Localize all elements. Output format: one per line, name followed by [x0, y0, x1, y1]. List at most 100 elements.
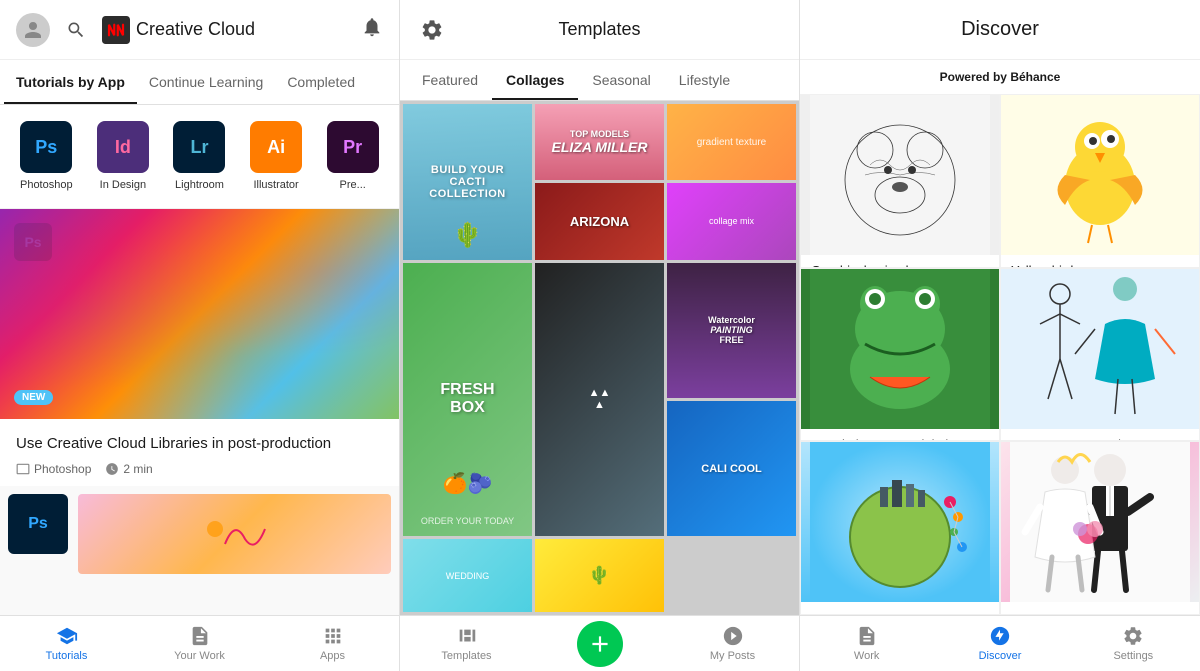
tutorial-image: Ps NEW	[0, 209, 399, 419]
discover-item-5[interactable]: —	[1000, 441, 1200, 615]
tutorial-card-2[interactable]: Ps	[0, 486, 399, 615]
nav-settings-label: Settings	[1113, 650, 1153, 662]
template-cell-9[interactable]: ▲▲▲	[535, 263, 664, 537]
discover-img-4	[801, 442, 999, 602]
tutorial-meta: Photoshop 2 min	[16, 462, 383, 476]
bell-icon[interactable]	[361, 16, 383, 43]
tab-completed[interactable]: Completed	[275, 60, 367, 104]
tab-collages[interactable]: Collages	[492, 60, 578, 100]
id-icon: Id	[97, 121, 149, 173]
discover-item-4[interactable]: —	[800, 441, 1000, 615]
templates-grid: BUILD YOURCACTICOLLECTION 🌵 TOP MODELSEL…	[400, 101, 799, 615]
ai-label: Illustrator	[253, 179, 298, 192]
gear-icon[interactable]	[416, 14, 448, 46]
nav-work-label: Work	[854, 650, 879, 662]
your-work-icon	[189, 625, 211, 647]
template-cell-6[interactable]: collage mix	[667, 183, 796, 259]
discover-item-1[interactable]: Yellow bird Valentina Arambasic 47	[1000, 94, 1200, 268]
left-bottom-nav: Tutorials Your Work Apps	[0, 615, 399, 671]
nav-discover-label: Discover	[979, 650, 1022, 662]
mid-header: Templates	[400, 0, 799, 60]
discover-title-5: —	[1011, 610, 1189, 615]
app-item-indesign[interactable]: Id In Design	[89, 121, 158, 192]
tutorial-2-preview	[78, 494, 391, 574]
tutorials-icon	[56, 625, 78, 647]
tab-lifestyle[interactable]: Lifestyle	[665, 60, 744, 100]
tutorial-app-meta: Photoshop	[16, 462, 91, 476]
right-panel: Discover Powered by Béhance	[800, 0, 1200, 671]
nav-tutorials[interactable]: Tutorials	[0, 616, 133, 671]
tab-featured[interactable]: Featured	[408, 60, 492, 100]
template-cell-1[interactable]: BUILD YOURCACTICOLLECTION 🌵	[403, 104, 532, 260]
discover-caption-4: —	[801, 602, 999, 615]
discover-img-3	[1001, 269, 1199, 429]
nav-work[interactable]: Work	[800, 616, 933, 671]
behance-brand: Béhance	[1010, 70, 1060, 84]
templates-title: Templates	[558, 19, 640, 40]
mid-tabs: Featured Collages Seasonal Lifestyle	[400, 60, 799, 101]
left-tabs: Tutorials by App Continue Learning Compl…	[0, 60, 399, 105]
ai-icon: Ai	[250, 121, 302, 173]
ps-icon: Ps	[20, 121, 72, 173]
discover-grid: Graphical animals Katalin Macevics 55	[800, 94, 1200, 615]
nav-discover[interactable]: Discover	[933, 616, 1066, 671]
mid-panel: Templates Featured Collages Seasonal Lif…	[400, 0, 800, 671]
app-icons-row: Ps Photoshop Id In Design Lr Lightroom A…	[0, 105, 399, 209]
apps-icon	[322, 625, 344, 647]
app-item-photoshop[interactable]: Ps Photoshop	[12, 121, 81, 192]
tutorial-time-meta: 2 min	[105, 462, 152, 476]
right-header: Discover	[800, 0, 1200, 60]
discover-caption-0: Graphical animals Katalin Macevics 55	[801, 255, 999, 268]
nav-your-work[interactable]: Your Work	[133, 616, 266, 671]
tutorial-title: Use Creative Cloud Libraries in post-pro…	[16, 433, 383, 454]
discover-item-2[interactable]: Kermit the Frog - Digital Illust... Jeff…	[800, 268, 1000, 442]
right-bottom-nav: Work Discover Settings	[800, 615, 1200, 671]
nav-my-posts[interactable]: My Posts	[666, 625, 799, 662]
discover-item-3[interactable]: ADOBE SKETCH / FASHION I... Moon H 200	[1000, 268, 1200, 442]
nav-apps[interactable]: Apps	[266, 616, 399, 671]
tutorial-2-icon: Ps	[8, 494, 68, 554]
app-title: Creative Cloud	[136, 19, 255, 40]
avatar[interactable]	[16, 13, 50, 47]
tab-tutorials-by-app[interactable]: Tutorials by App	[4, 60, 137, 104]
discover-item-0[interactable]: Graphical animals Katalin Macevics 55	[800, 94, 1000, 268]
discover-img-0	[801, 95, 999, 255]
tab-seasonal[interactable]: Seasonal	[578, 60, 664, 100]
powered-by: Powered by Béhance	[800, 60, 1200, 94]
nav-settings[interactable]: Settings	[1067, 616, 1200, 671]
discover-caption-1: Yellow bird Valentina Arambasic 47	[1001, 255, 1199, 268]
add-button-container	[533, 621, 666, 667]
discover-title: Discover	[961, 18, 1039, 41]
template-cell-5[interactable]: ARIZONA	[535, 183, 664, 259]
template-cell-12[interactable]: 🌵	[535, 539, 664, 612]
search-icon[interactable]	[62, 16, 90, 44]
pr-icon: Pr	[327, 121, 379, 173]
nav-my-posts-label: My Posts	[710, 650, 755, 662]
discover-caption-5: —	[1001, 602, 1199, 615]
app-item-premiere[interactable]: Pr Pre...	[318, 121, 387, 192]
nav-apps-label: Apps	[320, 650, 345, 662]
app-item-lightroom[interactable]: Lr Lightroom	[165, 121, 234, 192]
discover-img-2	[801, 269, 999, 429]
discover-caption-3: ADOBE SKETCH / FASHION I... Moon H 200	[1001, 429, 1199, 442]
template-cell-3[interactable]: gradient texture	[667, 104, 796, 180]
nav-templates-label: Templates	[441, 650, 491, 662]
tutorial-card[interactable]: Ps NEW Use Creative Cloud Libraries in p…	[0, 209, 399, 486]
tutorial-info: Use Creative Cloud Libraries in post-pro…	[0, 419, 399, 486]
app-item-illustrator[interactable]: Ai Illustrator	[242, 121, 311, 192]
left-header: Creative Cloud	[0, 0, 399, 60]
tab-continue-learning[interactable]: Continue Learning	[137, 60, 275, 104]
template-cell-8[interactable]: FRESHBOX 🍊🫐 ORDER YOUR TODAY	[403, 263, 532, 537]
id-label: In Design	[100, 179, 146, 192]
tutorial-time: 2 min	[123, 462, 152, 476]
template-cell-11[interactable]: WEDDING	[403, 539, 532, 612]
template-cell-2[interactable]: TOP MODELSELIZA MILLER	[535, 104, 664, 180]
nav-templates[interactable]: Templates	[400, 625, 533, 662]
template-cell-10[interactable]: CALI COOL	[667, 401, 796, 536]
add-button[interactable]	[577, 621, 623, 667]
lr-label: Lightroom	[175, 179, 224, 192]
lr-icon: Lr	[173, 121, 225, 173]
pr-label: Pre...	[340, 179, 366, 192]
mid-bottom-nav: Templates My Posts	[400, 615, 799, 671]
template-cell-7[interactable]: WatercolorPAINTINGFREE	[667, 263, 796, 398]
